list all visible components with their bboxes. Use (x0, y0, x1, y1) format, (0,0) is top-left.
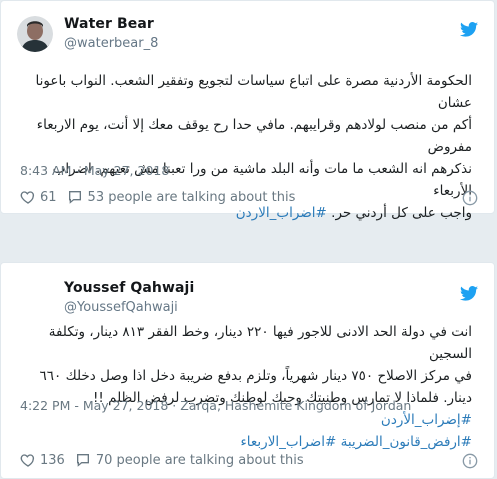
like-count: 136 (40, 452, 65, 468)
hashtag-link[interactable]: #اضراب_الاردن (236, 205, 327, 221)
tweet-line: في مركز الاصلاح ٧٥٠ دينار شهرياً، وتلزم … (39, 368, 472, 384)
heart-icon[interactable] (20, 189, 36, 205)
tweet-text: انت في دولة الحد الادنى للاجور فيها ٢٢٠ … (20, 321, 472, 453)
talking-count[interactable]: 70 people are talking about this (96, 453, 304, 468)
avatar[interactable] (17, 16, 53, 52)
tweet-actions: 61 53 people are talking about this (20, 189, 295, 205)
twitter-bird-icon[interactable] (460, 22, 478, 37)
tweet-line: واجب على كل أردني حر. (331, 205, 472, 221)
tweet-timestamp[interactable]: 8:43 AM - May 27, 2018 (20, 163, 169, 178)
twitter-bird-icon[interactable] (460, 286, 478, 301)
hashtag-link[interactable]: #ارفض_قانون_الضريبة #اضراب_الاربعاء (20, 431, 472, 453)
tweet-line: أكم من منصب لولادهم وقرايبهم. مافي حدا ر… (36, 117, 472, 155)
tweet-line: الحكومة الأردنية مصرة على اتباع سياسات ل… (35, 73, 472, 111)
info-icon[interactable] (462, 190, 478, 206)
author-name[interactable]: Youssef Qahwaji (64, 280, 194, 296)
comment-icon[interactable] (67, 189, 83, 205)
comment-icon[interactable] (75, 452, 91, 468)
author-handle[interactable]: @waterbear_8 (64, 36, 158, 51)
info-icon[interactable] (462, 453, 478, 469)
heart-icon[interactable] (20, 452, 36, 468)
talking-count[interactable]: 53 people are talking about this (88, 190, 296, 205)
like-count: 61 (40, 189, 57, 205)
tweet-actions: 136 70 people are talking about this (20, 452, 304, 468)
tweet-line: انت في دولة الحد الادنى للاجور فيها ٢٢٠ … (48, 324, 472, 362)
tweet-timestamp[interactable]: 4:22 PM - May 27, 2018 · Zarqa, Hashemit… (20, 398, 411, 413)
hashtag-link[interactable]: #إضراب_الأردن (381, 412, 472, 428)
author-handle[interactable]: @YoussefQahwaji (64, 300, 178, 315)
author-name[interactable]: Water Bear (64, 16, 154, 32)
